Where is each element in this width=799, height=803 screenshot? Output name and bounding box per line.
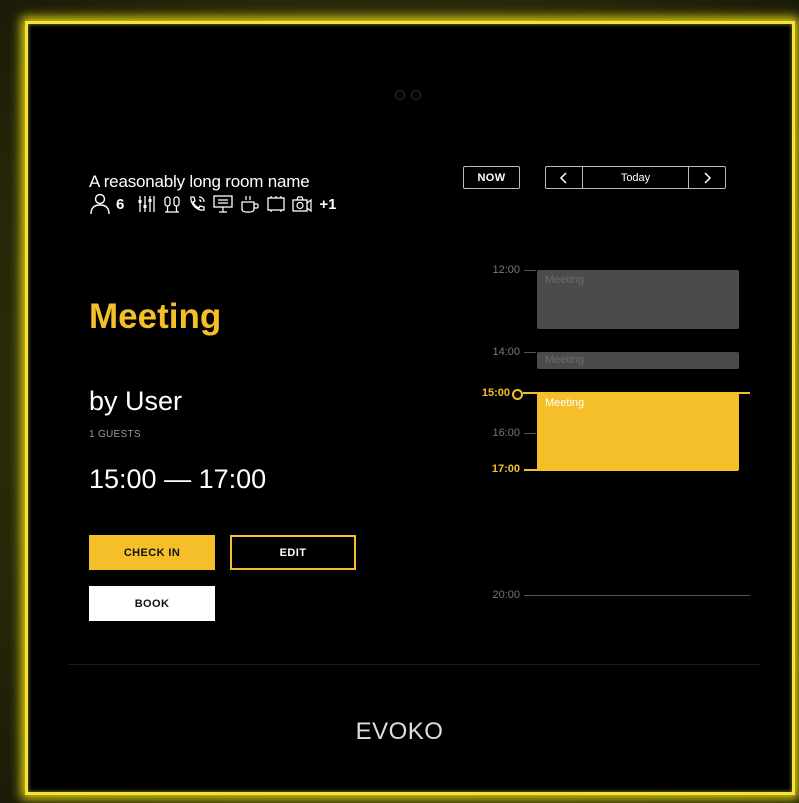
previous-day-button[interactable] <box>546 167 583 188</box>
footer-divider <box>68 664 760 665</box>
timeline-label-1700: 17:00 <box>491 463 520 475</box>
calendar-event[interactable]: Meeting <box>537 352 739 369</box>
guest-count: 1 GUESTS <box>89 429 141 440</box>
timeline-tick <box>524 270 536 271</box>
timeline-tick <box>524 595 750 596</box>
microphone-icon <box>164 196 180 213</box>
timeline-label-1500: 15:00 <box>481 387 510 399</box>
now-button[interactable]: NOW <box>463 166 520 189</box>
meeting-time-range: 15:00 — 17:00 <box>89 464 267 494</box>
edit-button[interactable]: EDIT <box>230 535 356 570</box>
page-indicator <box>395 90 421 100</box>
coffee-icon <box>241 196 260 213</box>
phone-icon <box>190 196 205 211</box>
date-navigator: Today <box>545 166 726 189</box>
camera-icon <box>292 196 312 213</box>
next-day-button[interactable] <box>688 167 725 188</box>
timeline-tick <box>524 469 538 471</box>
whiteboard-icon <box>267 196 285 212</box>
room-name: A reasonably long room name <box>89 172 310 191</box>
meeting-title: Meeting <box>89 297 222 336</box>
meeting-organizer: by User <box>89 386 183 416</box>
timeline-tick <box>524 352 536 353</box>
current-time-line <box>523 392 750 394</box>
book-button[interactable]: BOOK <box>89 586 215 621</box>
more-amenities-count[interactable]: +1 <box>319 196 336 213</box>
chevron-left-icon <box>559 171 567 184</box>
timeline-tick <box>524 433 536 434</box>
person-icon <box>90 193 110 215</box>
check-in-button[interactable]: CHECK IN <box>89 535 215 570</box>
current-date-label[interactable]: Today <box>583 167 688 188</box>
chevron-right-icon <box>704 171 712 184</box>
current-time-marker <box>512 389 523 400</box>
capacity-count: 6 <box>116 195 125 213</box>
calendar-event-current[interactable]: Meeting <box>537 393 739 471</box>
timeline-label-1400: 14:00 <box>492 346 520 358</box>
page-dot[interactable] <box>411 90 421 100</box>
timeline-label-2000: 20:00 <box>492 589 520 601</box>
screen-icon <box>213 195 233 213</box>
brand-logo: EVOKO <box>355 718 444 745</box>
lights-icon <box>138 196 155 212</box>
room-amenities: 6 +1 <box>89 193 336 215</box>
calendar-event[interactable]: Meeting <box>537 270 739 329</box>
page-dot[interactable] <box>395 90 405 100</box>
timeline-label-1600: 16:00 <box>492 427 520 439</box>
timeline-label-1200: 12:00 <box>492 264 520 276</box>
